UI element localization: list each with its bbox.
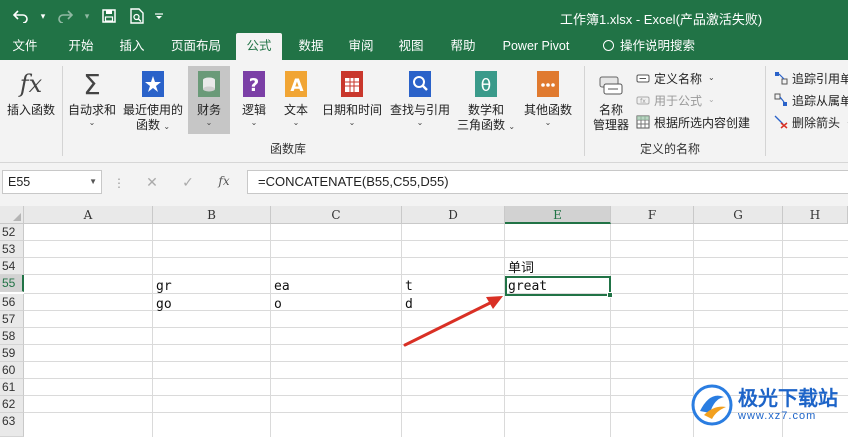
watermark: 极光下载站 www.xz7.com — [690, 383, 838, 427]
aurora-logo-icon — [691, 384, 733, 426]
annotation-arrow — [403, 296, 503, 347]
watermark-title: 极光下载站 — [738, 386, 838, 410]
watermark-url: www.xz7.com — [738, 410, 817, 422]
